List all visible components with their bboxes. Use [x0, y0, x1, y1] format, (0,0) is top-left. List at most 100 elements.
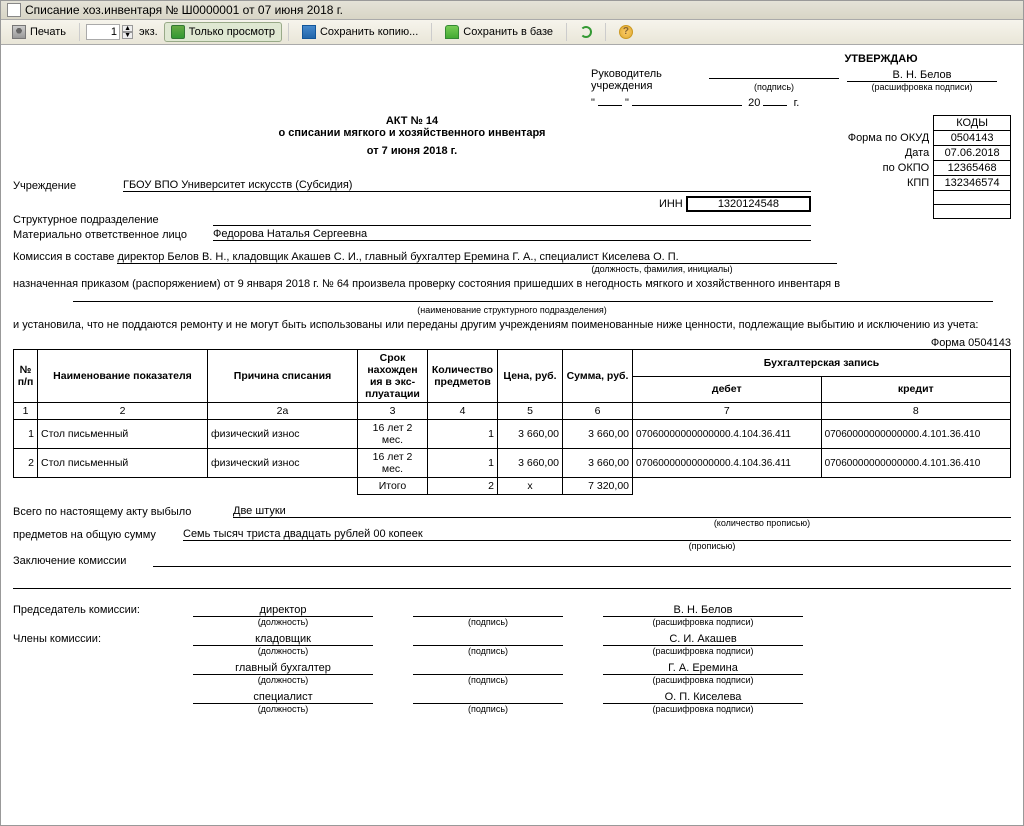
kpp-label: КПП	[847, 176, 934, 191]
where-line	[73, 290, 993, 302]
view-only-label: Только просмотр	[189, 26, 275, 38]
th-credit: кредит	[821, 376, 1010, 403]
struct-value	[213, 214, 811, 226]
codes-block: КОДЫ Форма по ОКУД0504143 Дата07.06.2018…	[847, 115, 1011, 219]
head-name: В. Н. Белов	[847, 69, 997, 82]
mol-label: Материально ответственное лицо	[13, 229, 213, 241]
separator	[288, 23, 289, 41]
print-icon	[12, 25, 26, 39]
day-line	[598, 94, 622, 106]
view-only-button[interactable]: Только просмотр	[164, 22, 282, 42]
th-price: Цена, руб.	[498, 350, 563, 403]
separator	[566, 23, 567, 41]
act-date: от 7 июня 2018 г.	[13, 145, 811, 157]
okpo-label: по ОКПО	[847, 161, 934, 176]
separator	[79, 23, 80, 41]
copies-spinner[interactable]: ▲▼	[122, 25, 133, 39]
disk-icon	[302, 25, 316, 39]
th-reason: Причина списания	[208, 350, 358, 403]
database-icon	[445, 25, 459, 39]
total-sum: 7 320,00	[563, 478, 633, 495]
total-line2-label: предметов на общую сумму	[13, 529, 183, 541]
window-title: Списание хоз.инвентаря № Ш0000001 от 07 …	[25, 3, 343, 17]
th-qty: Количество предметов	[428, 350, 498, 403]
signature-row: специалист(должность) (подпись)О. П. Кис…	[13, 691, 1011, 714]
org-label: Учреждение	[13, 180, 123, 192]
conclusion-label: Заключение комиссии	[13, 555, 153, 567]
quote: "	[591, 97, 595, 109]
th-num: № п/п	[14, 350, 38, 403]
total-price: х	[498, 478, 563, 495]
total-line2-cap: (прописью)	[13, 541, 1011, 551]
copies-unit: экз.	[139, 26, 158, 38]
total-line1-label: Всего по настоящему акту выбыло	[13, 506, 233, 518]
order-text: назначенная приказом (распоряжением) от …	[13, 278, 1011, 290]
document-icon	[7, 3, 21, 17]
separator	[431, 23, 432, 41]
okud-label: Форма по ОКУД	[847, 131, 934, 146]
empty-code	[934, 191, 1011, 205]
total-line1-val: Две штуки	[233, 505, 1011, 518]
head-label: Руководитель учреждения	[591, 68, 701, 92]
colnum: 6	[563, 403, 633, 420]
commission-intro: Комиссия в составе	[13, 251, 114, 263]
colnum: 2	[38, 403, 208, 420]
signature-row: Члены комиссии:кладовщик(должность) (под…	[13, 633, 1011, 656]
date-value: 07.06.2018	[934, 146, 1011, 161]
colnum: 3	[358, 403, 428, 420]
help-button[interactable]: ?	[612, 22, 640, 42]
month-line	[632, 94, 742, 106]
toolbar: Печать ▲▼ экз. Только просмотр Сохранить…	[1, 20, 1023, 45]
okud-value: 0504143	[934, 131, 1011, 146]
total-label: Итого	[358, 478, 428, 495]
form-ref: Форма 0504143	[13, 337, 1011, 349]
th-sum: Сумма, руб.	[563, 350, 633, 403]
th-debit: дебет	[633, 376, 822, 403]
finding-text: и установила, что не поддаются ремонту и…	[13, 319, 1011, 331]
table-row: 1Стол письменныйфизический износ16 лет 2…	[14, 420, 1011, 449]
signature-line	[709, 67, 839, 79]
colnum: 7	[633, 403, 822, 420]
document-page: УТВЕРЖДАЮ Руководитель учреждения (подпи…	[1, 45, 1023, 825]
copies-input[interactable]	[86, 24, 120, 40]
okpo-value: 12365468	[934, 161, 1011, 176]
conclusion-line	[153, 555, 1011, 567]
kpp-value: 132346574	[934, 176, 1011, 191]
refresh-button[interactable]	[573, 23, 599, 41]
decode-caption: (расшифровка подписи)	[847, 82, 997, 92]
total-line1-cap: (количество прописью)	[13, 518, 1011, 528]
th-acc: Бухгалтерская запись	[633, 350, 1011, 377]
year-line	[763, 94, 787, 106]
date-label: Дата	[847, 146, 934, 161]
save-copy-button[interactable]: Сохранить копию...	[295, 22, 425, 42]
colnum: 8	[821, 403, 1010, 420]
colnum: 2а	[208, 403, 358, 420]
colnum: 1	[14, 403, 38, 420]
commission-caption: (должность, фамилия, инициалы)	[13, 264, 1011, 274]
items-table: № п/п Наименование показателя Причина сп…	[13, 349, 1011, 495]
save-copy-label: Сохранить копию...	[320, 26, 418, 38]
save-db-button[interactable]: Сохранить в базе	[438, 22, 560, 42]
quote: "	[625, 97, 629, 109]
approve-title: УТВЕРЖДАЮ	[751, 53, 1011, 65]
year-g: г.	[794, 97, 800, 109]
save-db-label: Сохранить в базе	[463, 26, 553, 38]
lock-icon	[171, 25, 185, 39]
act-subtitle: о списании мягкого и хозяйственного инве…	[13, 127, 811, 139]
where-caption: (наименование структурного подразделения…	[13, 305, 1011, 315]
inn-value: 1320124548	[686, 196, 811, 212]
total-qty: 2	[428, 478, 498, 495]
colnum: 4	[428, 403, 498, 420]
colnum: 5	[498, 403, 563, 420]
signature-row: Председатель комиссии:директор(должность…	[13, 604, 1011, 627]
empty-code	[934, 205, 1011, 219]
print-button[interactable]: Печать	[5, 22, 73, 42]
year-prefix: 20	[748, 97, 760, 109]
inn-label: ИНН	[659, 198, 683, 210]
refresh-icon	[580, 26, 592, 38]
th-name: Наименование показателя	[38, 350, 208, 403]
commission-members: директор Белов В. Н., кладовщик Акашев С…	[117, 251, 837, 264]
separator	[605, 23, 606, 41]
titlebar: Списание хоз.инвентаря № Ш0000001 от 07 …	[1, 1, 1023, 20]
codes-header: КОДЫ	[934, 116, 1011, 131]
